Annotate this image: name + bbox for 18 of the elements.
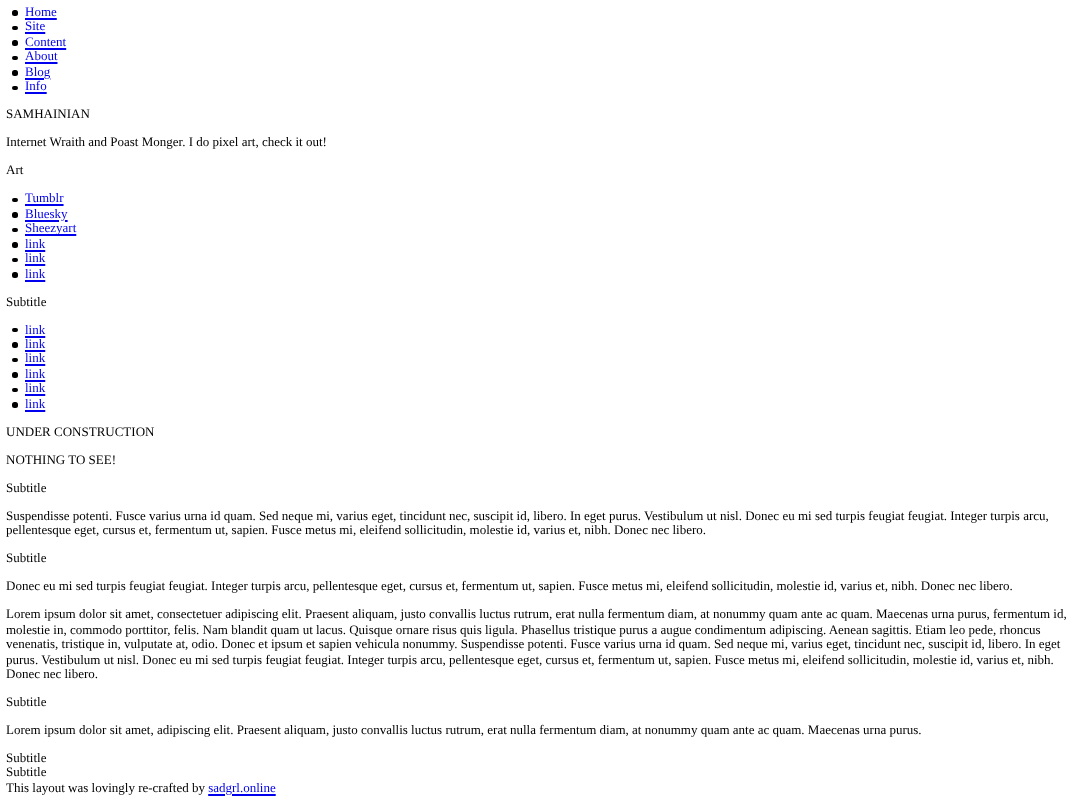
bullet-icon bbox=[12, 10, 17, 16]
bullet-icon bbox=[12, 402, 17, 408]
bullet-icon bbox=[12, 227, 17, 233]
bullet-icon bbox=[12, 25, 17, 31]
bullet-icon bbox=[12, 40, 17, 46]
bullet-icon bbox=[12, 357, 17, 363]
bullet-icon bbox=[12, 342, 17, 348]
bullet-icon bbox=[12, 55, 17, 61]
bullet-icon bbox=[12, 327, 17, 333]
bullet-icon bbox=[12, 372, 17, 378]
bullet-icon bbox=[12, 197, 17, 203]
bullet-icon bbox=[12, 85, 17, 91]
bullet-icon bbox=[12, 212, 17, 218]
bullet-icon bbox=[12, 387, 17, 393]
bullet-icon bbox=[12, 70, 17, 76]
bullet-icon bbox=[12, 257, 17, 263]
bullet-icon bbox=[12, 272, 17, 278]
bullet-icon bbox=[12, 242, 17, 248]
